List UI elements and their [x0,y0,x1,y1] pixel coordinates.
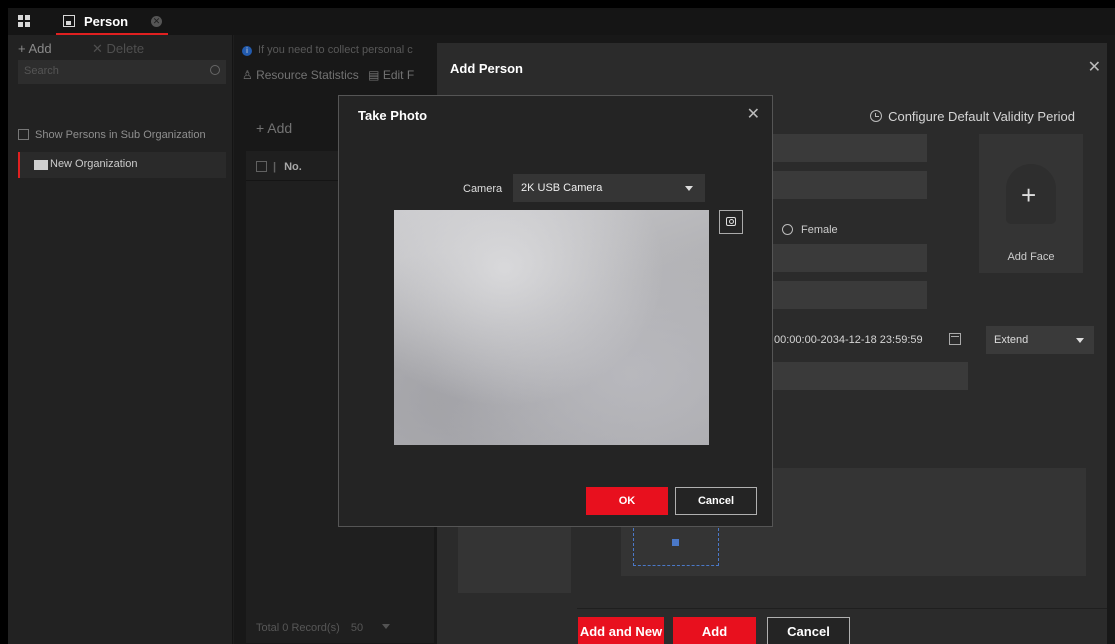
calendar-icon[interactable] [949,333,961,345]
chevron-down-icon[interactable] [685,186,693,191]
tab-person[interactable]: Person ✕ [56,8,174,35]
camera-preview [394,210,709,445]
search-icon[interactable] [210,65,220,75]
app-window: Person ✕ + Add ✕ Delete Search Show Pers… [8,8,1115,644]
add-person-title: Add Person [450,61,523,76]
configure-validity-link[interactable]: Configure Default Validity Period [870,109,1075,124]
clock-icon [870,110,883,122]
add-org-button[interactable]: + Add [18,41,52,56]
org-name-label: New Organization [50,158,138,170]
field-input-1[interactable] [772,134,927,162]
take-photo-dialog: Take Photo ✕ Camera 2K USB Camera OK Can… [338,95,773,527]
tab-person-label: Person [84,14,129,29]
folder-icon [34,160,48,170]
camera-select[interactable]: 2K USB Camera [513,174,705,202]
field-input-4[interactable] [772,281,927,309]
footer-divider [577,608,1107,609]
chevron-down-icon[interactable] [1076,338,1084,343]
checkbox-icon[interactable] [18,129,29,140]
female-label: Female [801,224,838,236]
person-card-icon [63,15,75,27]
close-icon[interactable]: ✕ [747,104,760,124]
radio-icon[interactable] [782,224,793,235]
extend-select[interactable]: Extend [986,326,1094,354]
add-face-label: Add Face [1007,251,1055,263]
app-grid-icon[interactable] [18,15,30,27]
close-icon[interactable]: ✕ [1088,57,1101,77]
org-toolbar: + Add ✕ Delete [8,35,232,61]
search-placeholder: Search [24,65,59,77]
camera-value: 2K USB Camera [521,182,603,194]
camera-icon [726,217,736,226]
show-sub-org-label: Show Persons in Sub Organization [35,129,206,141]
configure-validity-label: Configure Default Validity Period [888,109,1075,124]
field-input-5[interactable] [772,362,968,390]
tab-close-icon[interactable]: ✕ [151,16,162,27]
take-photo-cancel-button[interactable]: Cancel [675,487,757,515]
field-input-2[interactable] [772,171,927,199]
take-photo-title: Take Photo [358,108,428,123]
ok-button[interactable]: OK [586,487,668,515]
delete-org-button[interactable]: ✕ Delete [92,41,144,57]
show-sub-org-checkbox[interactable]: Show Persons in Sub Organization [18,129,206,141]
add-face-box[interactable]: + Add Face [979,134,1083,273]
dot-marker [672,539,679,546]
plus-icon: + [1021,180,1037,210]
validity-range-input[interactable]: 00:00:00-2034-12-18 23:59:59 [774,326,961,354]
org-tree-item-new-organization[interactable]: New Organization [18,152,226,178]
extend-label: Extend [994,334,1029,346]
top-bar: Person ✕ [8,8,1115,35]
validity-range-text: 00:00:00-2034-12-18 23:59:59 [774,334,923,346]
add-button[interactable]: Add [673,617,756,644]
gender-female-radio[interactable]: Female [782,224,838,236]
camera-label: Camera [463,183,503,195]
org-search-input[interactable]: Search [18,60,226,84]
camera-capture-button[interactable] [719,210,743,234]
cancel-button[interactable]: Cancel [767,617,850,644]
field-input-3[interactable] [772,244,927,272]
organization-panel: + Add ✕ Delete Search Show Persons in Su… [8,35,233,644]
add-and-new-button[interactable]: Add and New [578,617,664,644]
